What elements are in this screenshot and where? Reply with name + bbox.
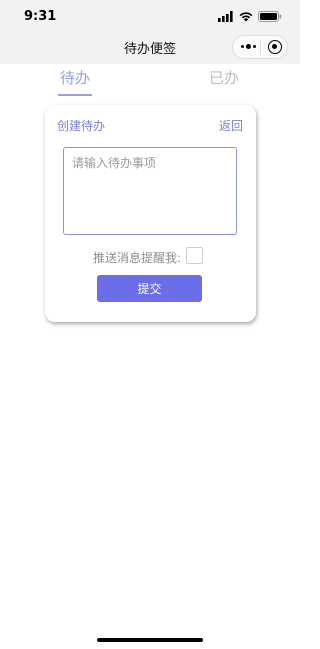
close-miniprogram-icon[interactable] — [268, 40, 282, 54]
card-title: 创建待办 — [57, 119, 106, 133]
push-reminder-label: 推送消息提醒我: — [93, 251, 182, 265]
capsule-divider — [260, 41, 261, 54]
status-icons — [218, 11, 282, 22]
submit-button[interactable]: 提交 — [97, 275, 202, 302]
home-indicator — [97, 638, 203, 642]
nav-bar: 待办便签 — [0, 34, 300, 64]
app-screen: 9:31 待办便签 待办 已办 创建待办 返回 请输入待办事项 推送消息提醒我:… — [0, 0, 300, 649]
todo-input[interactable] — [63, 147, 237, 235]
more-options-icon[interactable] — [241, 44, 256, 49]
battery-icon — [258, 11, 282, 22]
status-time: 9:31 — [24, 9, 57, 24]
back-link[interactable]: 返回 — [219, 117, 243, 134]
cellular-signal-icon — [218, 11, 233, 22]
tab-done[interactable]: 已办 — [209, 67, 239, 88]
push-reminder-checkbox[interactable] — [186, 247, 203, 264]
tab-pending[interactable]: 待办 — [60, 67, 90, 88]
wifi-icon — [239, 12, 253, 22]
status-bar: 9:31 — [0, 0, 300, 34]
create-todo-card: 创建待办 返回 推送消息提醒我: 提交 — [45, 105, 256, 322]
tab-active-indicator — [58, 94, 92, 96]
miniprogram-capsule — [232, 35, 288, 59]
